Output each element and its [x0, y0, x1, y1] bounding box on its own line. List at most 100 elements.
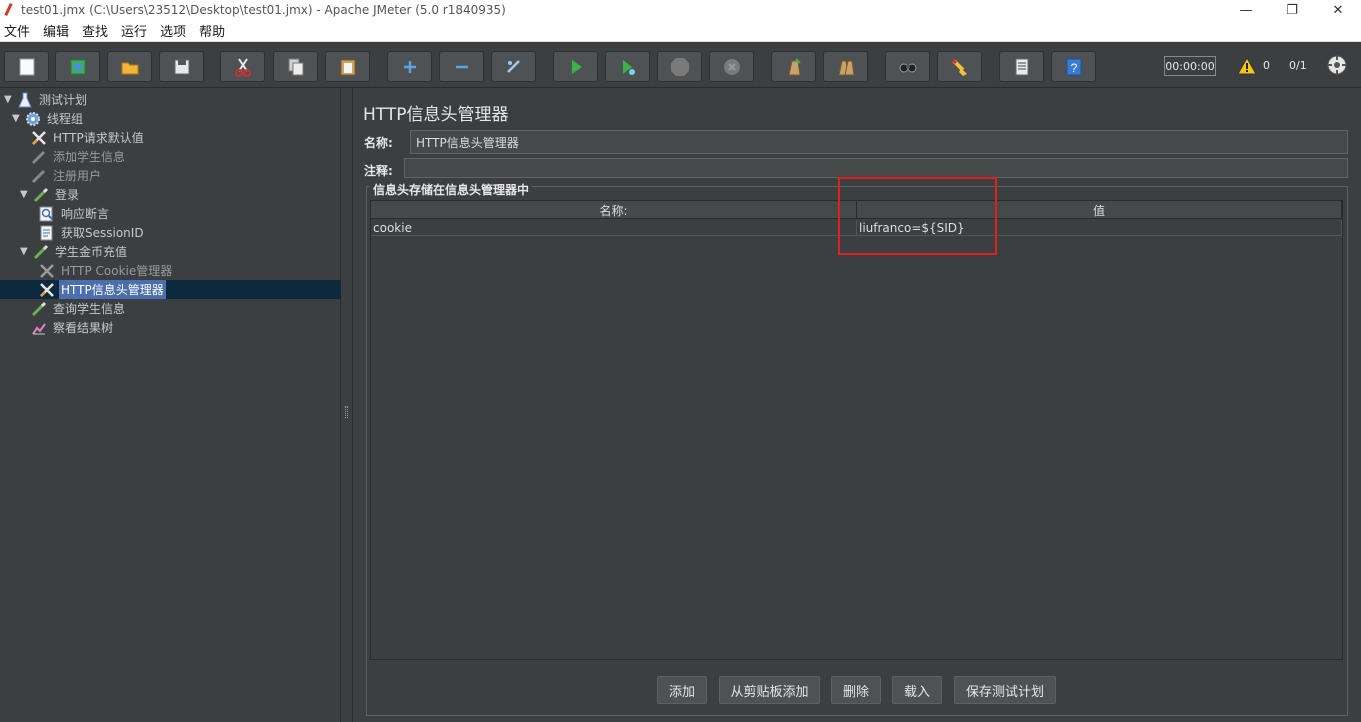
window-title: test01.jmx (C:\Users\23512\Desktop\test0…	[21, 3, 506, 17]
cut-icon	[234, 57, 251, 77]
flask-icon	[16, 91, 34, 109]
svg-text:?: ?	[1070, 61, 1077, 75]
tree-node-login[interactable]: ▼ 登录	[20, 185, 81, 204]
save-button[interactable]	[159, 51, 204, 82]
delete-button[interactable]: 删除	[831, 676, 881, 704]
column-header-name[interactable]: 名称:	[371, 201, 857, 219]
title-bar: test01.jmx (C:\Users\23512\Desktop\test0…	[0, 0, 1361, 20]
menu-edit[interactable]: 编辑	[39, 21, 75, 40]
name-field[interactable]: HTTP信息头管理器	[410, 130, 1348, 154]
toggle-icon	[506, 59, 520, 73]
start-icon	[571, 59, 582, 74]
shutdown-button[interactable]	[709, 51, 754, 82]
clear-button[interactable]	[771, 51, 816, 82]
menu-run[interactable]: 运行	[117, 21, 153, 40]
cut-button[interactable]	[220, 51, 265, 82]
tree-node-cookie-manager[interactable]: HTTP Cookie管理器	[38, 261, 174, 280]
tree-node-thread-group[interactable]: ▼ 线程组	[12, 109, 85, 128]
stop-icon	[670, 57, 689, 76]
headers-table: 名称: 值 cookie liufranco=${SID}	[370, 200, 1343, 660]
copy-button[interactable]	[273, 51, 318, 82]
active-threads-count: 0/1	[1289, 59, 1307, 72]
warning-count: 0	[1263, 59, 1270, 72]
tree-node-add-student[interactable]: 添加学生信息	[30, 147, 127, 166]
collapse-button[interactable]	[439, 51, 484, 82]
tree-node-response-assertion[interactable]: 响应断言	[38, 204, 111, 223]
wrench-icon	[38, 281, 56, 299]
start-button[interactable]	[553, 51, 598, 82]
function-helper-icon	[1015, 58, 1028, 75]
tree-node-student-recharge[interactable]: ▼ 学生金币充值	[20, 242, 129, 261]
help-icon: ?	[1066, 58, 1081, 75]
function-helper-button[interactable]	[999, 51, 1044, 82]
save-test-plan-button[interactable]: 保存测试计划	[954, 676, 1056, 704]
save-icon	[174, 59, 189, 74]
elapsed-timer: 00:00:00	[1164, 56, 1216, 76]
headers-group-title: 信息头存储在信息头管理器中	[370, 181, 533, 198]
menu-help[interactable]: 帮助	[195, 21, 231, 40]
reset-search-icon	[951, 58, 967, 76]
expand-arrow-icon[interactable]: ▼	[20, 246, 32, 257]
open-button[interactable]	[107, 51, 152, 82]
add-from-clipboard-button[interactable]: 从剪贴板添加	[719, 676, 820, 704]
clear-all-icon	[837, 60, 855, 75]
tree-node-register-user[interactable]: 注册用户	[30, 166, 103, 185]
new-icon	[19, 58, 34, 75]
magnifier-icon	[38, 205, 56, 223]
expand-arrow-icon[interactable]: ▼	[4, 94, 16, 105]
tree-node-get-session[interactable]: 获取SessionID	[38, 223, 146, 242]
open-icon	[121, 62, 138, 74]
menu-file[interactable]: 文件	[0, 21, 36, 40]
new-button[interactable]	[4, 51, 49, 82]
reset-search-button[interactable]	[937, 51, 982, 82]
wrench-icon	[38, 262, 56, 280]
tree-node-test-plan[interactable]: ▼ 测试计划	[4, 90, 89, 109]
start-no-pause-icon	[622, 59, 635, 75]
tree-node-header-manager[interactable]: HTTP信息头管理器	[0, 280, 341, 299]
toolbar: ?	[0, 42, 1361, 88]
start-no-pause-button[interactable]	[605, 51, 650, 82]
menu-options[interactable]: 选项	[156, 21, 192, 40]
paste-button[interactable]	[325, 51, 370, 82]
collapse-icon	[455, 65, 468, 68]
menu-search[interactable]: 查找	[78, 21, 114, 40]
comment-label: 注释:	[364, 164, 393, 178]
paste-icon	[340, 59, 355, 75]
templates-button[interactable]	[55, 51, 100, 82]
clear-icon	[787, 57, 801, 75]
tree-node-result-tree[interactable]: 察看结果树	[30, 318, 115, 337]
remote-engine-icon[interactable]	[1326, 54, 1348, 76]
close-button[interactable]: ✕	[1315, 0, 1361, 20]
comment-field[interactable]	[404, 158, 1348, 178]
warning-icon[interactable]	[1237, 56, 1257, 76]
gear-icon	[24, 110, 42, 128]
tree-node-query-student[interactable]: 查询学生信息	[30, 299, 127, 318]
wrench-icon	[30, 129, 48, 147]
chart-icon	[30, 319, 48, 337]
clear-all-button[interactable]	[823, 51, 868, 82]
pipette-icon	[30, 300, 48, 318]
expand-arrow-icon[interactable]: ▼	[20, 189, 32, 200]
header-name-cell[interactable]: cookie	[371, 220, 857, 236]
pipette-icon	[32, 186, 50, 204]
toggle-button[interactable]	[491, 51, 536, 82]
shutdown-icon	[723, 58, 740, 75]
copy-icon	[288, 58, 303, 75]
templates-icon	[70, 59, 85, 74]
expand-arrow-icon[interactable]: ▼	[12, 113, 24, 124]
search-button[interactable]	[885, 51, 930, 82]
minimize-button[interactable]: —	[1223, 0, 1269, 20]
stop-button[interactable]	[657, 51, 702, 82]
tree-node-http-defaults[interactable]: HTTP请求默认值	[30, 128, 146, 147]
test-plan-tree: ▼ 测试计划 ▼ 线程组 HTTP请求默认值 添加学生信息 注册用户 ▼ 登录 …	[0, 88, 341, 722]
pipette-icon	[30, 148, 48, 166]
load-button[interactable]: 载入	[892, 676, 942, 704]
menu-bar: 文件 编辑 查找 运行 选项 帮助	[0, 20, 1361, 42]
add-button[interactable]: 添加	[657, 676, 707, 704]
expand-icon	[403, 60, 416, 73]
name-label: 名称:	[364, 136, 393, 150]
help-button[interactable]: ?	[1051, 51, 1096, 82]
split-pane-divider[interactable]	[341, 88, 353, 722]
expand-button[interactable]	[387, 51, 432, 82]
maximize-button[interactable]: ❐	[1269, 0, 1315, 20]
